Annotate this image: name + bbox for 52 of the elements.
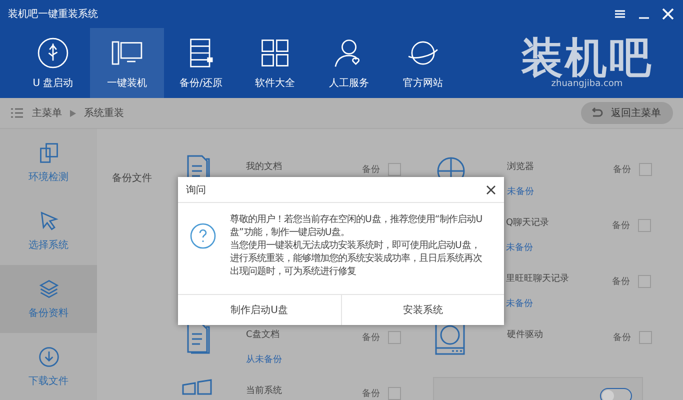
backup-label: 备份	[613, 164, 631, 176]
window-title: 装机吧一键重装系统	[8, 8, 98, 21]
chevron-icon	[70, 110, 76, 116]
backup-status: 未备份	[506, 298, 534, 310]
nav-tab[interactable]: 官方网站	[386, 28, 460, 98]
backup-label: 备份	[362, 164, 380, 176]
backup-label: 备份	[362, 388, 380, 400]
item-name: 浏览器	[507, 160, 535, 173]
backup-status: 从未备份	[246, 354, 283, 366]
usb-icon	[36, 36, 70, 70]
dialog-message: 当您使用一键装机无法成功安装系统时，即可使用此启动U盘，进行系统重装，能够增加您的系统安装成功率，且日后系统再次出现问题时，可为系统进行修复	[230, 239, 483, 278]
breadcrumb-item[interactable]: 系统重装	[84, 106, 124, 120]
item-name: 我的文档	[246, 160, 283, 173]
dialog-button[interactable]: 制作启动U盘	[178, 295, 340, 325]
nav-tab[interactable]: 软件大全	[238, 28, 312, 98]
toggle-switch[interactable]	[600, 388, 632, 400]
backup-status: 未备份	[506, 242, 534, 254]
nav-tab[interactable]: U 盘启动	[16, 28, 90, 98]
backup-checkbox[interactable]	[388, 163, 401, 176]
question-icon	[190, 223, 216, 249]
backup-label: 备份	[612, 220, 630, 232]
backup-checkbox[interactable]	[638, 275, 651, 288]
dialog-title: 询问	[186, 184, 206, 196]
item-name: Q聊天记录	[506, 216, 550, 229]
item-name: 当前系统	[246, 384, 283, 397]
logo: 装机吧 zhuangjiba.com	[521, 32, 653, 91]
item-name: 里旺旺聊天记录	[506, 272, 570, 285]
devices-icon	[38, 142, 60, 164]
backup-label: 备份	[362, 332, 380, 344]
backup-label: 备份	[612, 276, 630, 288]
backup-checkbox[interactable]	[638, 219, 651, 232]
item-name: C盘文档	[246, 328, 280, 341]
nav-tab[interactable]: 备份/还原	[164, 28, 238, 98]
back-button[interactable]: 返回主菜单	[581, 102, 673, 124]
dialog-button[interactable]: 安装系统	[340, 295, 504, 325]
backup-checkbox[interactable]	[388, 331, 401, 344]
download-icon	[38, 346, 60, 368]
breadcrumb-item[interactable]: 主菜单	[32, 106, 62, 120]
nav-tab[interactable]: 人工服务	[312, 28, 386, 98]
backup-label: 备份	[613, 332, 631, 344]
close-icon[interactable]	[486, 184, 496, 194]
dialog-message: 尊敬的用户！若您当前存在空闲的U盘，推荐您使用“制作启动U盘”功能，制作一键启动U盘。	[230, 213, 484, 239]
backup-checkbox[interactable]	[639, 163, 652, 176]
list-icon	[10, 106, 24, 120]
backup-checkbox[interactable]	[639, 331, 652, 344]
section-label: 备份文件	[112, 172, 153, 186]
nav-tab[interactable]: 一键装机	[90, 28, 164, 98]
backup-checkbox[interactable]	[388, 387, 401, 400]
item-name: 硬件驱动	[507, 328, 544, 341]
backup-status: 未备份	[507, 186, 535, 198]
return-icon	[589, 106, 603, 120]
layers-icon	[38, 278, 60, 300]
